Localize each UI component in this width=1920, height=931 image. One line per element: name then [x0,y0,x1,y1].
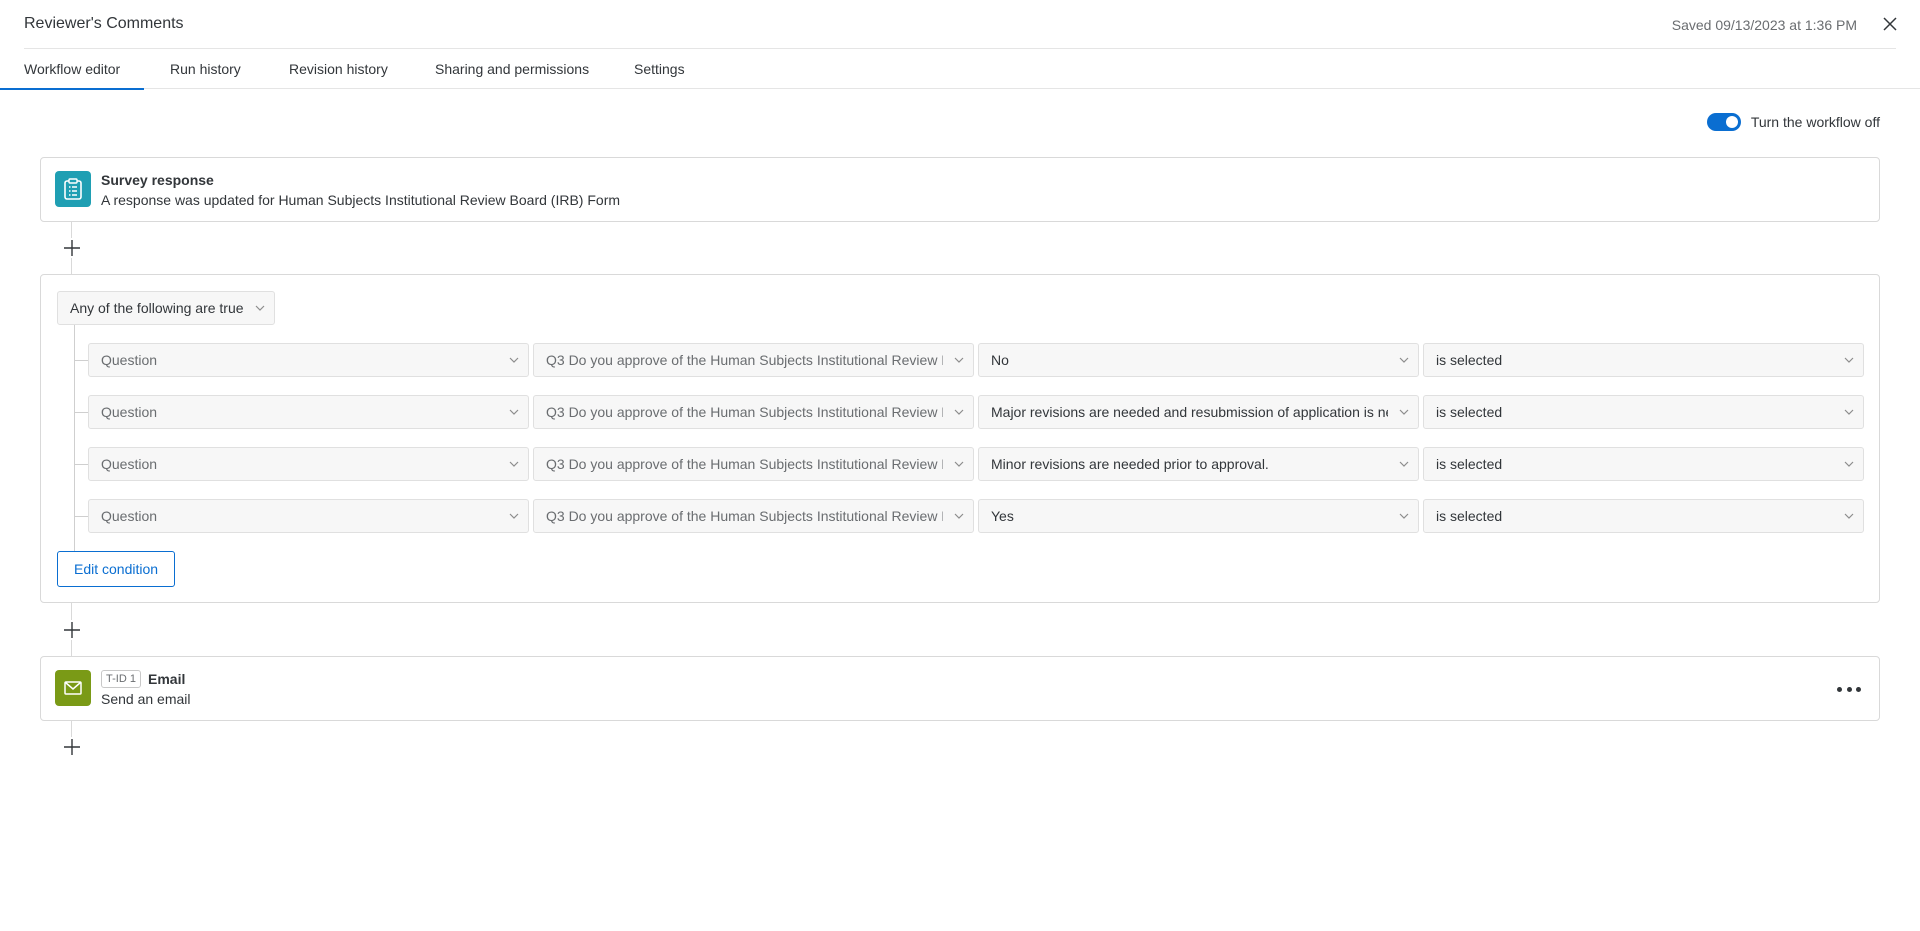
close-icon [1883,17,1897,31]
condition-row: Question Q3 Do you approve of the Human … [74,395,1864,429]
condition-type-select[interactable]: Question [88,395,529,429]
tab-sharing-and-permissions[interactable]: Sharing and permissions [411,49,613,89]
condition-question-select[interactable]: Q3 Do you approve of the Human Subjects … [533,395,974,429]
tab-bar: Workflow editor Run history Revision his… [0,49,1920,90]
workflow-toggle[interactable] [1706,113,1741,131]
email-task-card[interactable]: T-ID 1 Email Send an email [40,656,1880,721]
condition-card: Any of the following are true Question Q… [40,274,1880,603]
chevron-down-icon [1844,500,1854,532]
chevron-down-icon [1844,448,1854,480]
more-dot-icon [1846,686,1852,692]
trigger-title: Survey response [101,172,214,188]
condition-row: Question Q3 Do you approve of the Human … [74,499,1864,533]
plus-icon [64,622,80,638]
plus-icon [64,240,80,256]
chevron-down-icon [954,344,964,376]
dialog-header: Reviewer's Comments Saved 09/13/2023 at … [0,0,1920,49]
condition-question-select[interactable]: Q3 Do you approve of the Human Subjects … [533,447,974,481]
condition-answer-select[interactable]: Yes [978,499,1419,533]
clipboard-icon [64,178,82,200]
tab-settings[interactable]: Settings [610,49,709,89]
chevron-down-icon [1399,396,1409,428]
chevron-down-icon [255,292,265,324]
chevron-down-icon [954,500,964,532]
trigger-subtitle: A response was updated for Human Subject… [101,192,621,208]
chevron-down-icon [1399,448,1409,480]
close-button[interactable] [1880,14,1900,34]
trigger-card[interactable]: Survey response A response was updated f… [40,157,1880,222]
chevron-down-icon [954,448,964,480]
condition-operator-select[interactable]: is selected [1423,343,1864,377]
edit-condition-button[interactable]: Edit condition [57,551,176,587]
condition-operator-select[interactable]: is selected [1423,499,1864,533]
envelope-icon [64,681,82,695]
tab-workflow-editor[interactable]: Workflow editor [0,49,145,90]
page-title: Reviewer's Comments [24,15,184,32]
tab-revision-history[interactable]: Revision history [265,49,412,89]
condition-type-select[interactable]: Question [88,447,529,481]
condition-answer-select[interactable]: Minor revisions are needed prior to appr… [978,447,1419,481]
condition-question-select[interactable]: Q3 Do you approve of the Human Subjects … [533,343,974,377]
tab-run-history[interactable]: Run history [146,49,265,89]
chevron-down-icon [954,396,964,428]
chevron-down-icon [1844,396,1854,428]
more-dot-icon [1856,686,1861,692]
condition-row: Question Q3 Do you approve of the Human … [74,447,1864,481]
condition-answer-select[interactable]: Major revisions are needed and resubmiss… [978,395,1419,429]
condition-mode-select[interactable]: Any of the following are true [57,291,275,325]
chevron-down-icon [509,396,519,428]
chevron-down-icon [1399,344,1409,376]
saved-status: Saved 09/13/2023 at 1:36 PM [1671,17,1857,33]
condition-question-select[interactable]: Q3 Do you approve of the Human Subjects … [533,499,974,533]
task-id-badge: T-ID 1 [101,670,141,688]
task-subtitle: Send an email [101,691,191,707]
condition-answer-select[interactable]: No [978,343,1419,377]
chevron-down-icon [509,344,519,376]
chevron-down-icon [1844,344,1854,376]
condition-mode-value: Any of the following are true [70,300,244,316]
chevron-down-icon [1399,500,1409,532]
add-step-button[interactable] [62,238,82,258]
workflow-toggle-group: Turn the workflow off [1706,113,1880,131]
chevron-down-icon [509,500,519,532]
add-step-button[interactable] [62,737,82,757]
more-options-button[interactable] [1837,679,1861,699]
email-icon-box [55,670,91,706]
more-dot-icon [1837,686,1842,692]
condition-operator-select[interactable]: is selected [1423,395,1864,429]
plus-icon [64,739,80,755]
workflow-toggle-label: Turn the workflow off [1750,114,1880,130]
chevron-down-icon [509,448,519,480]
trigger-icon-box [55,171,91,207]
add-step-button[interactable] [62,620,82,640]
condition-row: Question Q3 Do you approve of the Human … [74,343,1864,377]
condition-type-select[interactable]: Question [88,343,529,377]
condition-operator-select[interactable]: is selected [1423,447,1864,481]
task-title: Email [148,671,186,687]
condition-type-select[interactable]: Question [88,499,529,533]
